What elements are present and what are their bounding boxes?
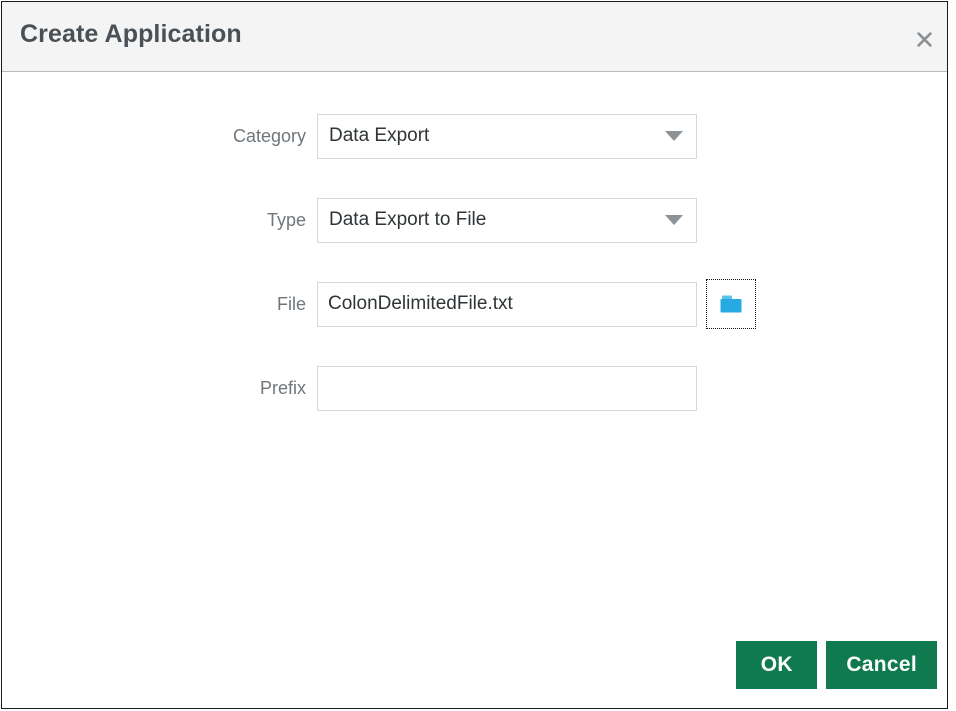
form-row-file: File [2,279,947,329]
form-row-type: Type Data Export to File [2,197,947,243]
prefix-input[interactable] [317,365,697,411]
folder-icon [720,295,742,313]
create-application-dialog: Create Application Category Data Export … [1,1,948,709]
file-control [317,279,756,329]
dialog-body: Category Data Export Type Data Export to… [2,72,947,636]
page-title: Create Application [20,20,242,48]
category-control: Data Export [317,113,697,159]
type-label: Type [266,209,306,230]
file-input[interactable] [317,281,697,327]
category-select[interactable]: Data Export [317,113,697,159]
category-label: Category [232,125,306,146]
type-select[interactable]: Data Export to File [317,197,697,243]
chevron-down-icon [665,131,683,141]
ok-button[interactable]: OK [736,641,818,689]
browse-file-button[interactable] [706,279,756,329]
close-icon[interactable] [911,28,937,50]
type-control: Data Export to File [317,197,697,243]
dialog-header: Create Application [2,2,947,72]
form-row-prefix: Prefix [2,365,947,411]
category-select-value: Data Export [329,125,430,146]
prefix-label: Prefix [259,377,306,398]
form-row-category: Category Data Export [2,113,947,159]
prefix-control [317,365,697,411]
cancel-button[interactable]: Cancel [826,641,937,689]
footer-button-group: OK Cancel [736,641,937,689]
file-label: File [276,293,306,314]
type-select-value: Data Export to File [329,209,487,230]
dialog-footer: OK Cancel [2,636,947,708]
chevron-down-icon [665,215,683,225]
